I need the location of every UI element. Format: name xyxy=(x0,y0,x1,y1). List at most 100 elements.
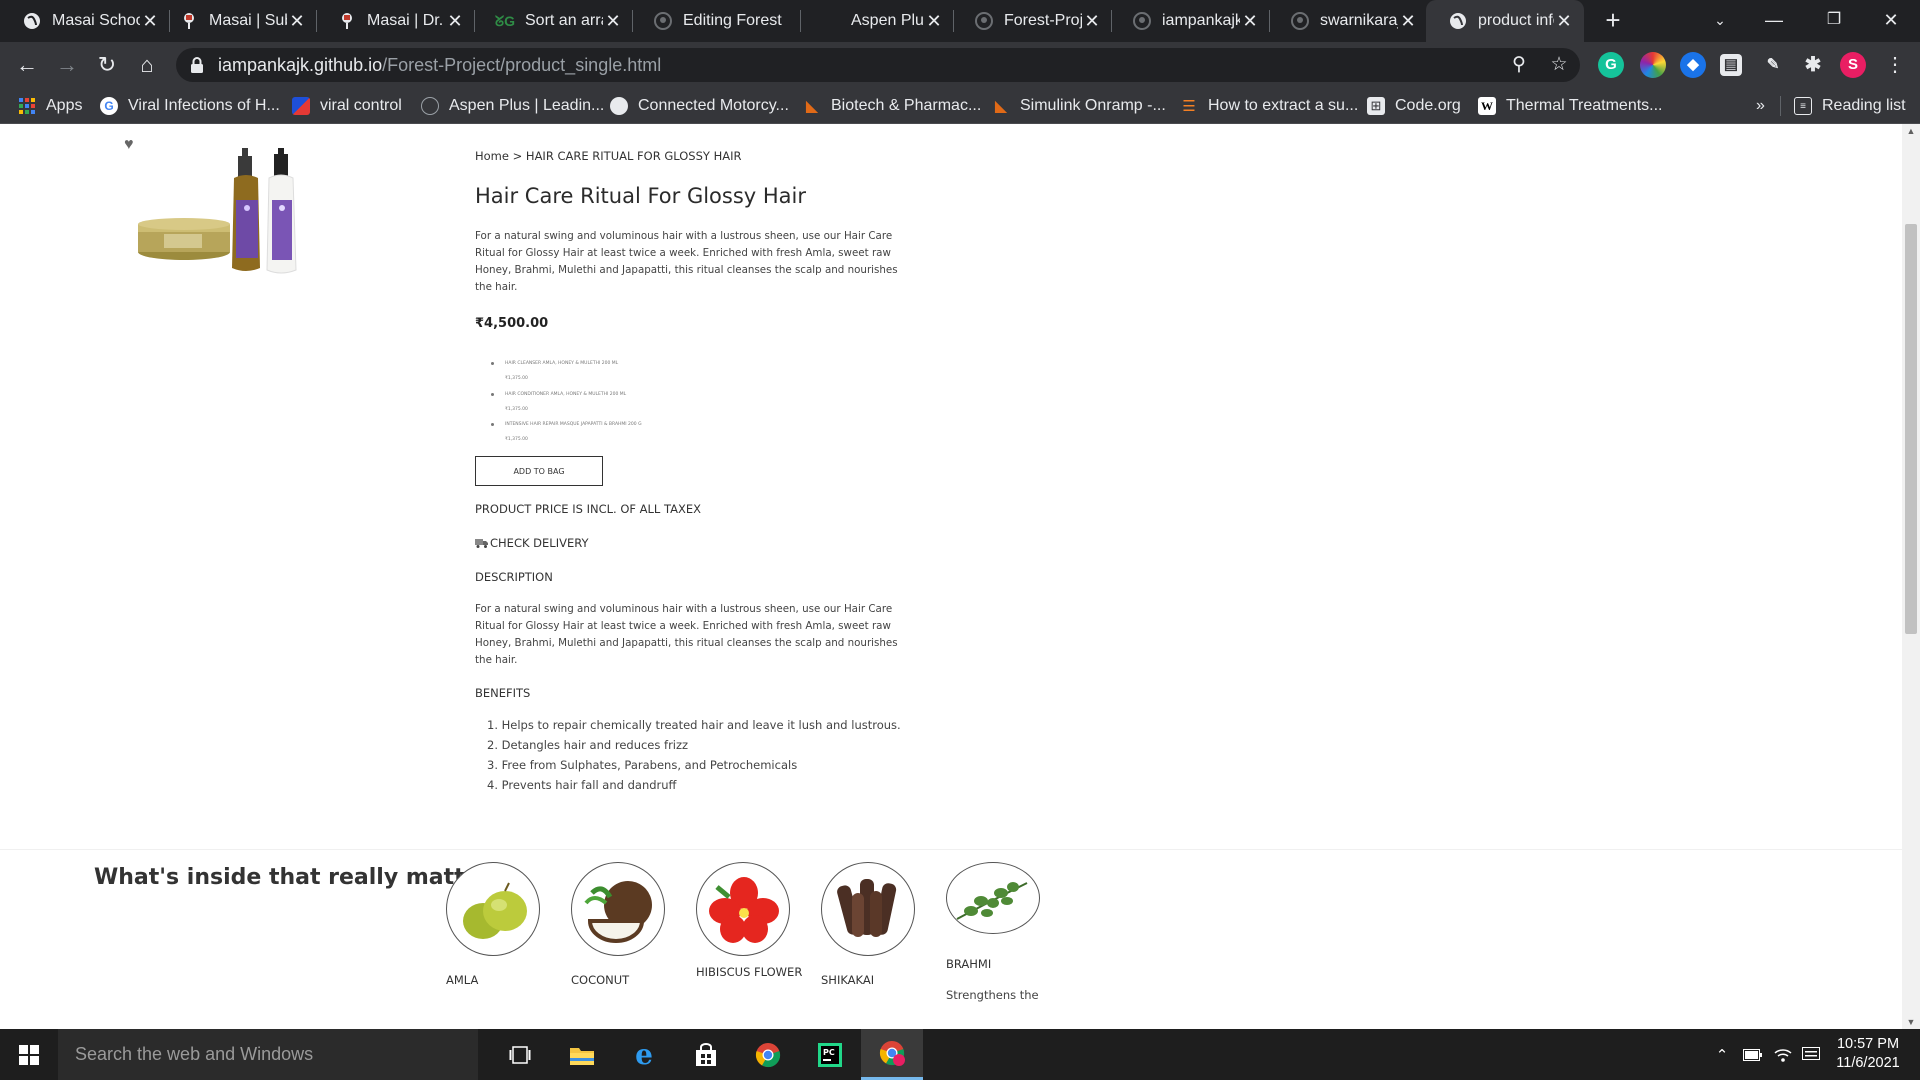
close-icon[interactable]: ✕ xyxy=(603,11,623,32)
breadcrumb-home-link[interactable]: Home xyxy=(475,149,509,163)
bookmark-star-icon[interactable]: ☆ xyxy=(1546,52,1572,78)
store-button[interactable] xyxy=(675,1029,737,1080)
page-scrollbar[interactable]: ▲ ▼ xyxy=(1902,124,1920,1029)
close-icon[interactable]: ✕ xyxy=(1240,11,1260,32)
home-button[interactable]: ⌂ xyxy=(132,50,162,80)
extension-notes-icon[interactable]: ▤ xyxy=(1720,54,1742,76)
edge-browser-button[interactable]: e xyxy=(613,1029,675,1080)
address-bar[interactable]: iampankajk.github.io/Forest-Project/prod… xyxy=(176,48,1580,82)
edge-icon: e xyxy=(635,1038,653,1071)
chrome-button[interactable] xyxy=(737,1029,799,1080)
back-button[interactable]: ← xyxy=(12,50,42,80)
mathworks-icon: ◣ xyxy=(994,98,1008,115)
reading-list-icon: ≡ xyxy=(1794,97,1812,115)
minimize-button[interactable]: — xyxy=(1747,0,1801,42)
new-tab-button[interactable]: + xyxy=(1598,6,1628,36)
ingredients-section: What's inside that really matters AMLA C… xyxy=(0,849,1902,1029)
taskbar-search-input[interactable]: Search the web and Windows xyxy=(58,1029,478,1080)
google-icon: G xyxy=(100,97,118,115)
bookmark-6[interactable]: ◣ Simulink Onramp -... xyxy=(992,94,1166,118)
close-icon[interactable]: ✕ xyxy=(287,11,307,32)
globe-icon xyxy=(1448,11,1468,31)
extension-diamond-icon[interactable]: ◆ xyxy=(1680,52,1706,78)
bookmark-8[interactable]: ⊞ Code.org xyxy=(1367,94,1461,118)
ingredient-hibiscus: HIBISCUS FLOWER xyxy=(696,862,806,982)
tab-3[interactable]: ᘜG Sort an array ✕ xyxy=(473,0,633,42)
bookmark-2[interactable]: viral control xyxy=(292,94,402,118)
restore-button[interactable]: ❐ xyxy=(1807,0,1861,42)
bookmark-flag-icon xyxy=(292,97,310,115)
battery-icon[interactable] xyxy=(1740,1029,1766,1080)
extension-pen-icon[interactable]: ✎ xyxy=(1760,52,1786,78)
wifi-icon[interactable] xyxy=(1770,1029,1796,1080)
ingredients-heading: What's inside that really matters xyxy=(94,865,504,890)
tab-title: Masai | Dr. Sorting xyxy=(367,12,445,29)
tab-8[interactable]: swarnikaraj ✕ xyxy=(1268,0,1428,42)
check-delivery-link[interactable]: CHECK DELIVERY xyxy=(475,536,589,550)
color-picker-extension-icon[interactable] xyxy=(1640,52,1666,78)
bookmark-5[interactable]: ◣ Biotech & Pharmac... xyxy=(803,94,981,118)
bookmark-1[interactable]: G Viral Infections of H... xyxy=(100,94,280,118)
tab-search-chevron-icon[interactable]: ⌄ xyxy=(1693,0,1747,42)
task-view-button[interactable] xyxy=(489,1029,551,1080)
masai-icon xyxy=(337,11,357,31)
list-item: 4. Prevents hair fall and dandruff xyxy=(487,778,677,792)
start-button[interactable] xyxy=(0,1029,58,1080)
more-bookmarks-button[interactable]: » xyxy=(1756,94,1765,118)
task-view-icon xyxy=(509,1045,531,1064)
extensions-puzzle-icon[interactable]: ✱ xyxy=(1800,52,1826,78)
heart-icon[interactable]: ♥ xyxy=(124,136,134,154)
tab-9-active[interactable]: product info ✕ xyxy=(1426,0,1584,42)
close-icon[interactable]: ✕ xyxy=(445,11,465,32)
zoom-icon[interactable]: ⚲ xyxy=(1506,52,1532,78)
ingredient-description: Strengthens the xyxy=(946,988,1039,1002)
tab-title: Forest-Project xyxy=(1004,12,1082,29)
close-icon[interactable]: ✕ xyxy=(1082,11,1102,32)
masai-icon xyxy=(179,11,199,31)
notification-icon[interactable] xyxy=(1798,1029,1824,1080)
windows-taskbar: Search the web and Windows e PC ⌃ 10:57 … xyxy=(0,1029,1920,1080)
pycharm-button[interactable]: PC xyxy=(799,1029,861,1080)
ingredient-name: SHIKAKAI xyxy=(821,973,875,987)
page-content: ♥ Home > HAIR CARE RITUAL FOR GLOSSY HAI… xyxy=(0,124,1902,1029)
scroll-up-arrow-icon[interactable]: ▲ xyxy=(1902,124,1920,138)
lock-icon xyxy=(191,57,203,73)
tab-2[interactable]: Masai | Dr. Sorting ✕ xyxy=(315,0,475,42)
tab-0[interactable]: Masai School ✕ xyxy=(0,0,170,42)
file-explorer-button[interactable] xyxy=(551,1029,613,1080)
close-icon[interactable]: ✕ xyxy=(924,11,944,32)
tab-6[interactable]: Forest-Project ✕ xyxy=(952,0,1112,42)
chrome-icon xyxy=(755,1042,781,1067)
bookmark-9[interactable]: W Thermal Treatments... xyxy=(1478,94,1663,118)
shikakai-image xyxy=(821,862,915,956)
reload-button[interactable]: ↻ xyxy=(92,50,122,80)
scrollbar-thumb[interactable] xyxy=(1905,224,1917,634)
forward-button[interactable]: → xyxy=(52,50,82,80)
add-to-bag-button[interactable]: ADD TO BAG xyxy=(475,456,603,486)
menu-kebab-icon[interactable]: ⋮ xyxy=(1880,50,1910,80)
description-body: For a natural swing and voluminous hair … xyxy=(475,603,898,666)
reading-list-button[interactable]: ≡ Reading list xyxy=(1794,94,1906,118)
tab-5[interactable]: Aspen Plus ✕ xyxy=(799,0,954,42)
chrome-profile-button-active[interactable] xyxy=(861,1029,923,1080)
close-window-button[interactable]: ✕ xyxy=(1864,0,1918,42)
system-clock[interactable]: 10:57 PM 11/6/2021 xyxy=(1822,1035,1914,1073)
tab-7[interactable]: iampankajk ✕ xyxy=(1110,0,1270,42)
grammarly-extension-icon[interactable]: G xyxy=(1598,52,1624,78)
benefits-list: 1. Helps to repair chemically treated ha… xyxy=(487,718,901,798)
apps-grid-icon xyxy=(18,97,36,115)
bookmark-3[interactable]: Aspen Plus | Leadin... xyxy=(421,94,604,118)
stackoverflow-icon: ☰ xyxy=(1182,98,1196,115)
profile-avatar[interactable]: S xyxy=(1840,52,1866,78)
product-short-description: For a natural swing and voluminous hair … xyxy=(475,230,898,293)
show-hidden-icons-chevron-icon[interactable]: ⌃ xyxy=(1710,1029,1734,1080)
tab-4[interactable]: Editing Forest xyxy=(631,0,801,42)
close-icon[interactable]: ✕ xyxy=(1398,11,1418,32)
close-icon[interactable]: ✕ xyxy=(1554,11,1574,32)
bookmark-4[interactable]: Connected Motorcy... xyxy=(610,94,789,118)
codeorg-icon: ⊞ xyxy=(1367,97,1385,115)
bookmark-7[interactable]: ☰ How to extract a su... xyxy=(1180,94,1358,118)
bookmark-apps[interactable]: Apps xyxy=(18,94,82,118)
tab-1[interactable]: Masai | Submissions ✕ xyxy=(157,0,317,42)
scroll-down-arrow-icon[interactable]: ▼ xyxy=(1902,1015,1920,1029)
